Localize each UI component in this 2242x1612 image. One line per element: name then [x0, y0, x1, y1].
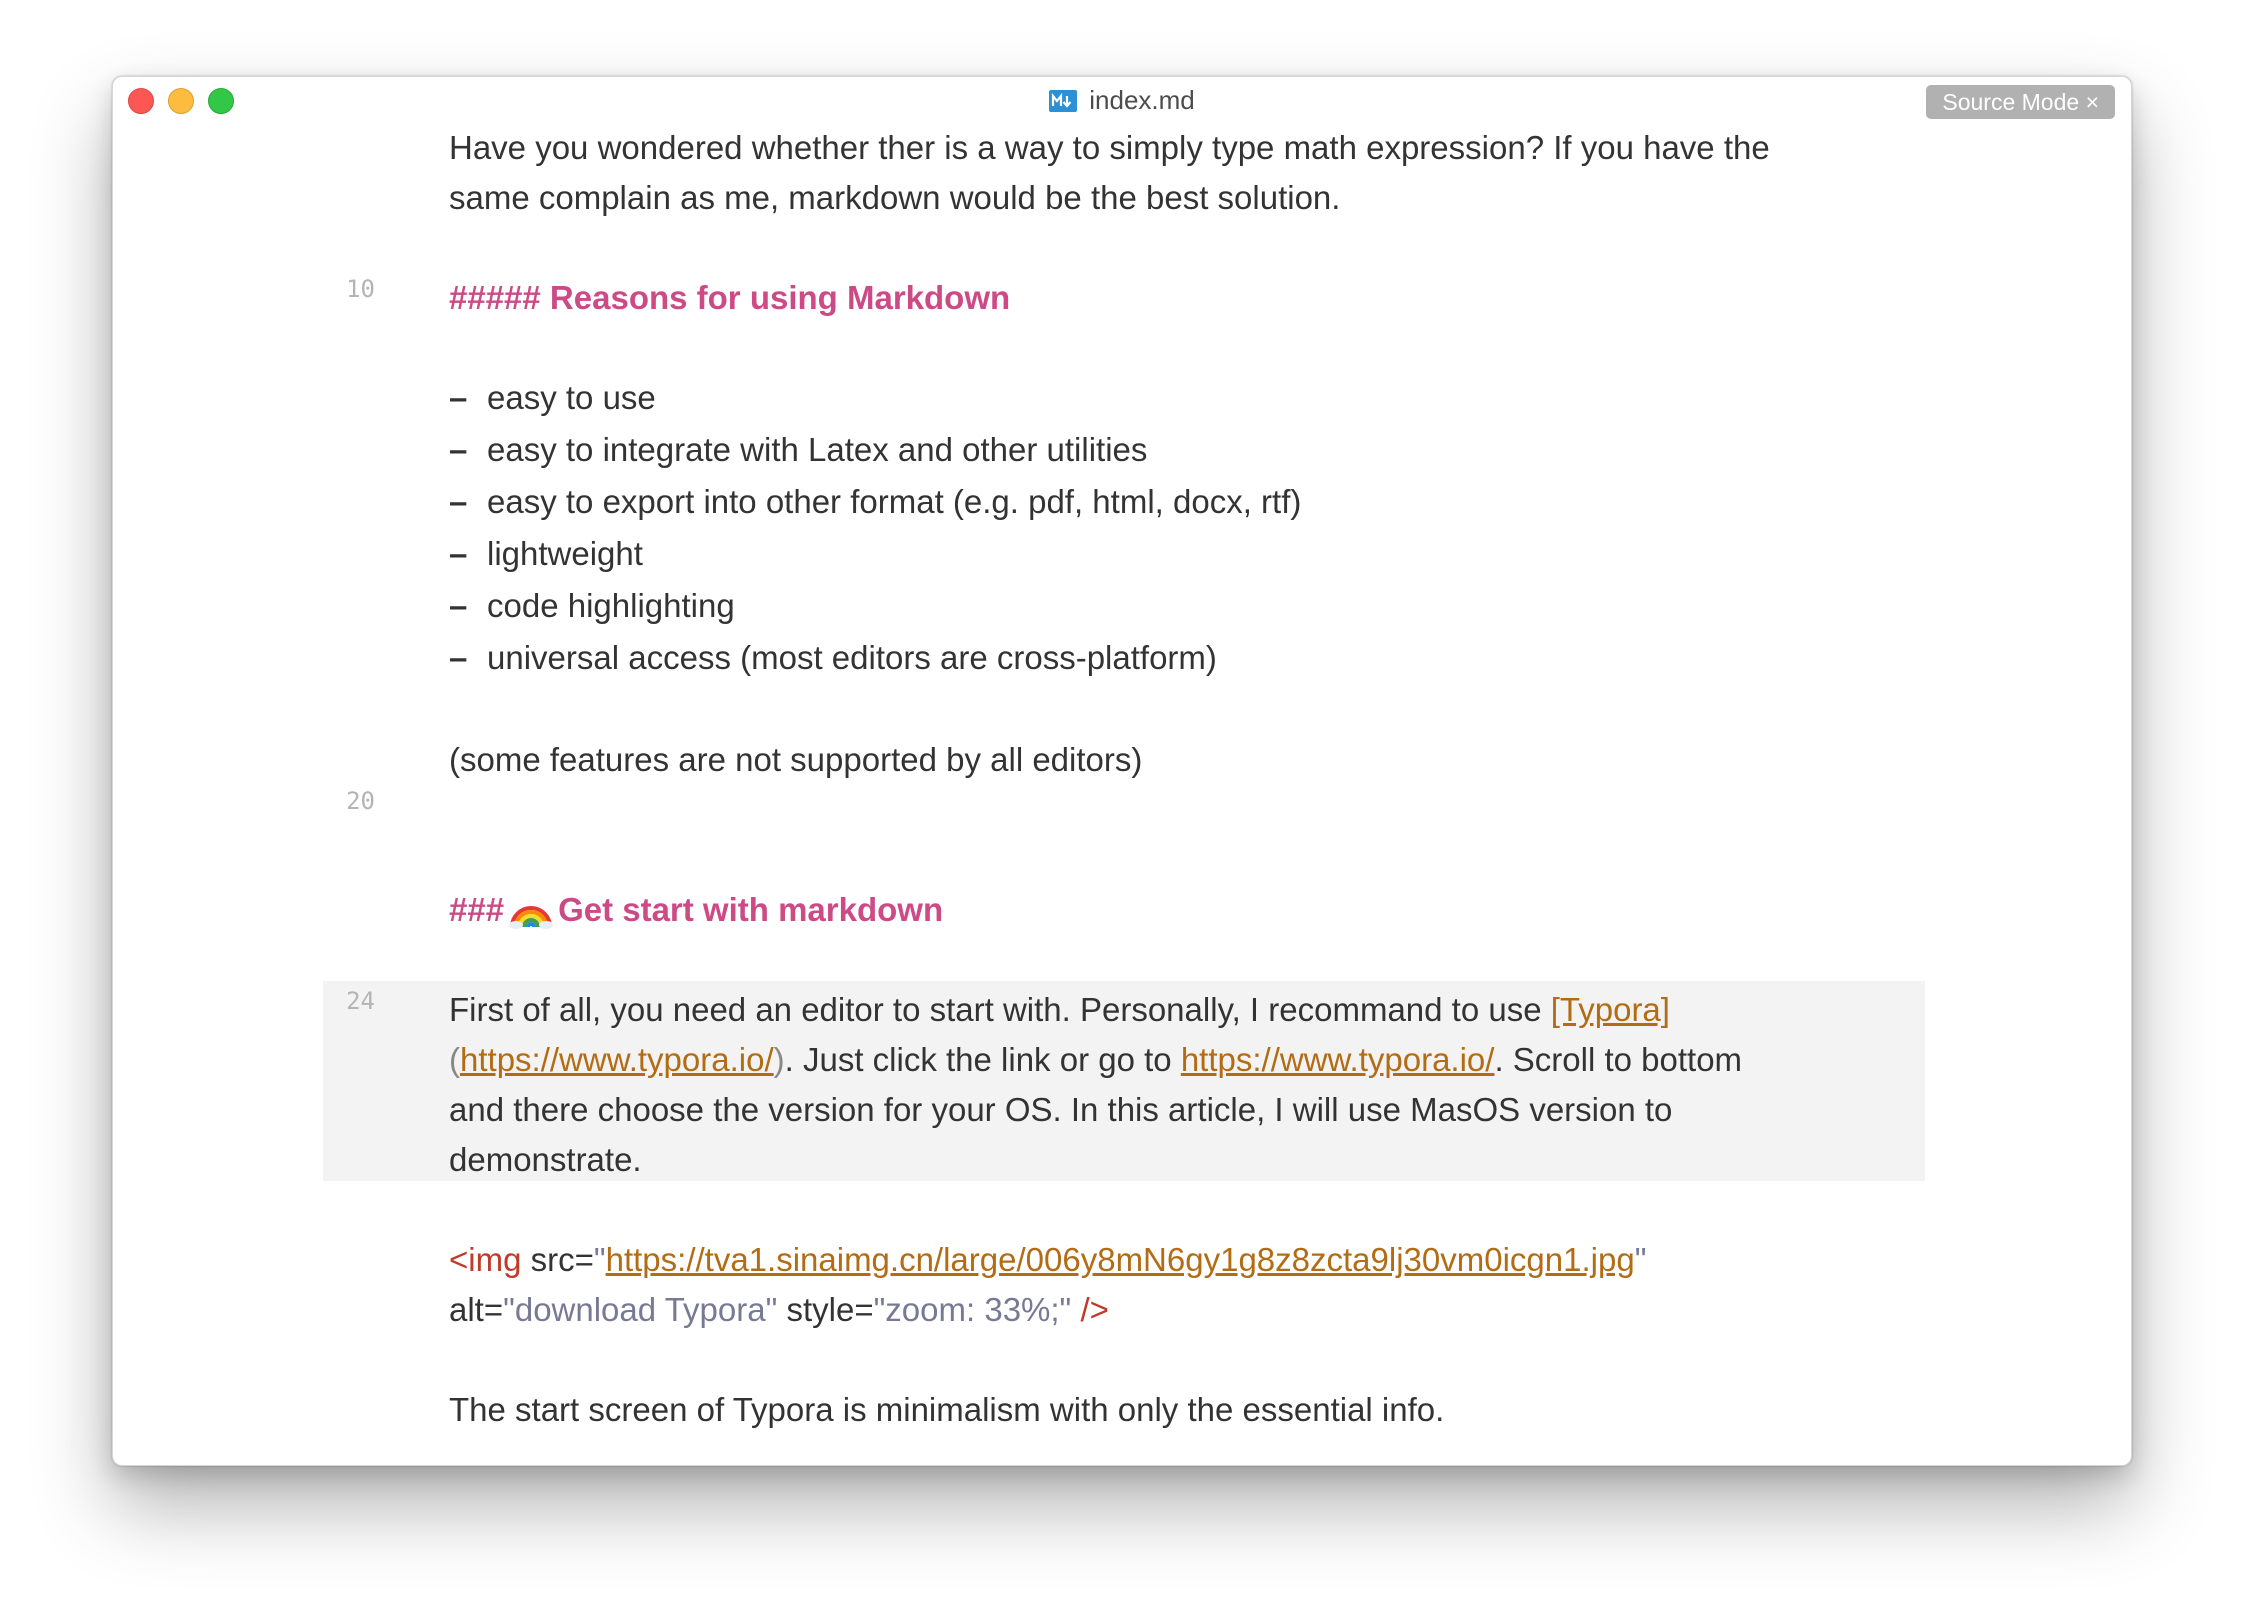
style-value: "zoom: 33%;": [873, 1291, 1072, 1328]
heading-prefix: ###: [449, 891, 505, 928]
para-line-3: and there choose the version for your OS…: [449, 1091, 1673, 1128]
note-line: (some features are not supported by all …: [449, 741, 1143, 778]
list-item-text: code highlighting: [487, 587, 735, 624]
list-bullet: –: [449, 587, 468, 624]
paren-close: ): [773, 1041, 785, 1078]
img-tag-line-1: <img src="https://tva1.sinaimg.cn/large/…: [449, 1235, 1889, 1285]
list-item: – easy to export into other format (e.g. …: [449, 477, 1889, 527]
alt-value: "download Typora": [503, 1291, 778, 1328]
para-text: First of all, you need an editor to star…: [449, 991, 1551, 1028]
alt-attr: alt=: [449, 1291, 504, 1328]
last-line: The start screen of Typora is minimalism…: [449, 1391, 1445, 1428]
para-text: . Just click the link or go to: [784, 1041, 1181, 1078]
img-tag-close: />: [1071, 1291, 1109, 1328]
intro-line-1: Have you wondered whether ther is a way …: [449, 129, 1770, 166]
list-item: – easy to use: [449, 373, 1889, 423]
list-item: – universal access (most editors are cros…: [449, 633, 1889, 683]
list-item: – lightweight: [449, 529, 1889, 579]
typora-window: index.md Source Mode × Have you wondered…: [112, 76, 2132, 1466]
line-number: 20: [346, 787, 375, 815]
src-attr: src=: [521, 1241, 594, 1278]
quote-close: ": [1634, 1241, 1647, 1278]
typora-link-text[interactable]: [Typora]: [1551, 991, 1670, 1028]
heading-get-start: ### Get start with markdown: [449, 885, 1889, 935]
quote-open: ": [593, 1241, 606, 1278]
img-tag-line-2: alt="download Typora" style="zoom: 33%;"…: [449, 1285, 1889, 1335]
img-src-link[interactable]: https://tva1.sinaimg.cn/large/006y8mN6gy…: [606, 1241, 1635, 1278]
heading-text: Get start with markdown: [558, 891, 944, 928]
para-text: . Scroll to bottom: [1494, 1041, 1743, 1078]
list-item: – code highlighting: [449, 581, 1889, 631]
img-tag-open: <img: [449, 1241, 522, 1278]
intro-line-2: same complain as me, markdown would be t…: [449, 179, 1341, 216]
paren-open: (: [449, 1041, 460, 1078]
editor-content[interactable]: Have you wondered whether ther is a way …: [113, 77, 2131, 1465]
para-line-1: First of all, you need an editor to star…: [449, 985, 1889, 1035]
rainbow-icon: [509, 906, 554, 929]
list-bullet: –: [449, 483, 468, 520]
style-attr: style=: [777, 1291, 874, 1328]
line-number: 24: [346, 987, 375, 1015]
list-item-text: lightweight: [487, 535, 643, 572]
typora-url-link[interactable]: https://www.typora.io/: [460, 1041, 774, 1078]
list-bullet: –: [449, 639, 468, 676]
list-bullet: –: [449, 379, 468, 416]
list-item: – easy to integrate with Latex and other …: [449, 425, 1889, 475]
heading-reasons: ##### Reasons for using Markdown: [449, 279, 1011, 316]
typora-url-link-2[interactable]: https://www.typora.io/: [1181, 1041, 1495, 1078]
list-item-text: easy to integrate with Latex and other u…: [487, 431, 1148, 468]
line-number: 10: [346, 275, 375, 303]
list-item-text: easy to export into other format (e.g. p…: [487, 483, 1302, 520]
list-bullet: –: [449, 431, 468, 468]
list-item-text: easy to use: [487, 379, 656, 416]
list-bullet: –: [449, 535, 468, 572]
para-line-2: (https://www.typora.io/). Just click the…: [449, 1035, 1889, 1085]
list-item-text: universal access (most editors are cross…: [487, 639, 1217, 676]
para-line-4: demonstrate.: [449, 1141, 642, 1178]
